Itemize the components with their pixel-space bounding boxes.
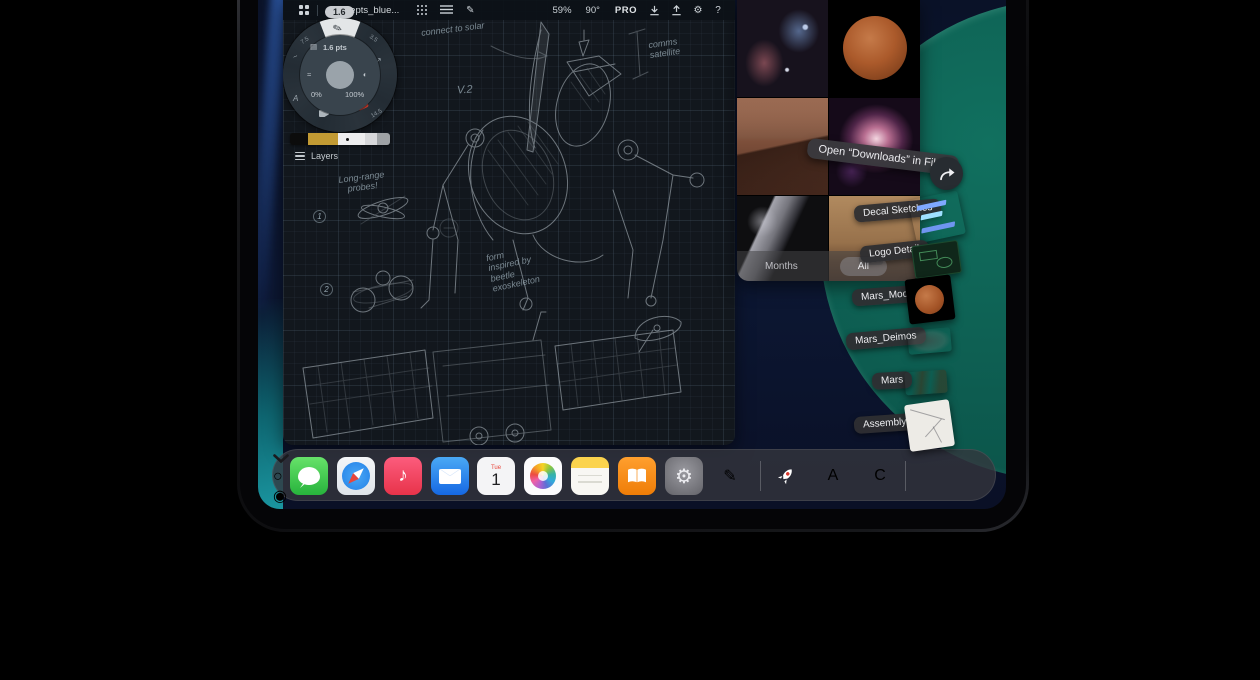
drag-thumb-mars-deimos[interactable]: [907, 327, 952, 355]
drag-thumb-mars[interactable]: [904, 370, 948, 396]
drag-thumb-mars-model[interactable]: [904, 274, 955, 324]
drag-thumb-assembly[interactable]: [904, 399, 955, 452]
share-forward-icon: [930, 157, 963, 190]
drag-session-layer: Open “Downloads” in Files Decal Sketches…: [258, 0, 1006, 509]
drag-thumb-decal-sketches[interactable]: [908, 190, 966, 243]
ipad-screen: connect to solar comms satellite V.2 Lon…: [258, 0, 1006, 509]
drag-thumb-logo-detail[interactable]: [911, 240, 962, 279]
